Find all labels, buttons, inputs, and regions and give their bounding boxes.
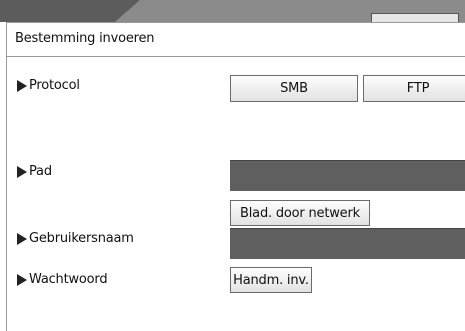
title-separator xyxy=(7,56,465,57)
path-label: Pad xyxy=(29,164,52,179)
path-field[interactable] xyxy=(230,160,465,191)
arrow-right-icon xyxy=(17,273,27,286)
password-label-row: Wachtwoord xyxy=(17,272,108,287)
protocol-smb-button[interactable]: SMB xyxy=(230,75,358,102)
protocol-label-row: Protocol xyxy=(17,78,80,93)
destination-entry-panel: Bestemming invoeren Protocol SMB FTP Pad… xyxy=(6,22,465,331)
top-tab-shape xyxy=(0,0,140,22)
browse-network-button[interactable]: Blad. door netwerk xyxy=(230,200,370,226)
manual-input-button[interactable]: Handm. inv. xyxy=(230,267,312,293)
arrow-right-icon xyxy=(17,232,27,245)
top-bar xyxy=(0,0,465,23)
username-field[interactable] xyxy=(230,228,465,259)
panel-title: Bestemming invoeren xyxy=(15,31,155,46)
protocol-ftp-button[interactable]: FTP xyxy=(363,75,465,102)
password-label: Wachtwoord xyxy=(29,272,108,287)
username-label-row: Gebruikersnaam xyxy=(17,231,134,246)
arrow-right-icon xyxy=(17,165,27,178)
protocol-label: Protocol xyxy=(29,78,80,93)
arrow-right-icon xyxy=(17,79,27,92)
username-label: Gebruikersnaam xyxy=(29,231,134,246)
path-label-row: Pad xyxy=(17,164,52,179)
